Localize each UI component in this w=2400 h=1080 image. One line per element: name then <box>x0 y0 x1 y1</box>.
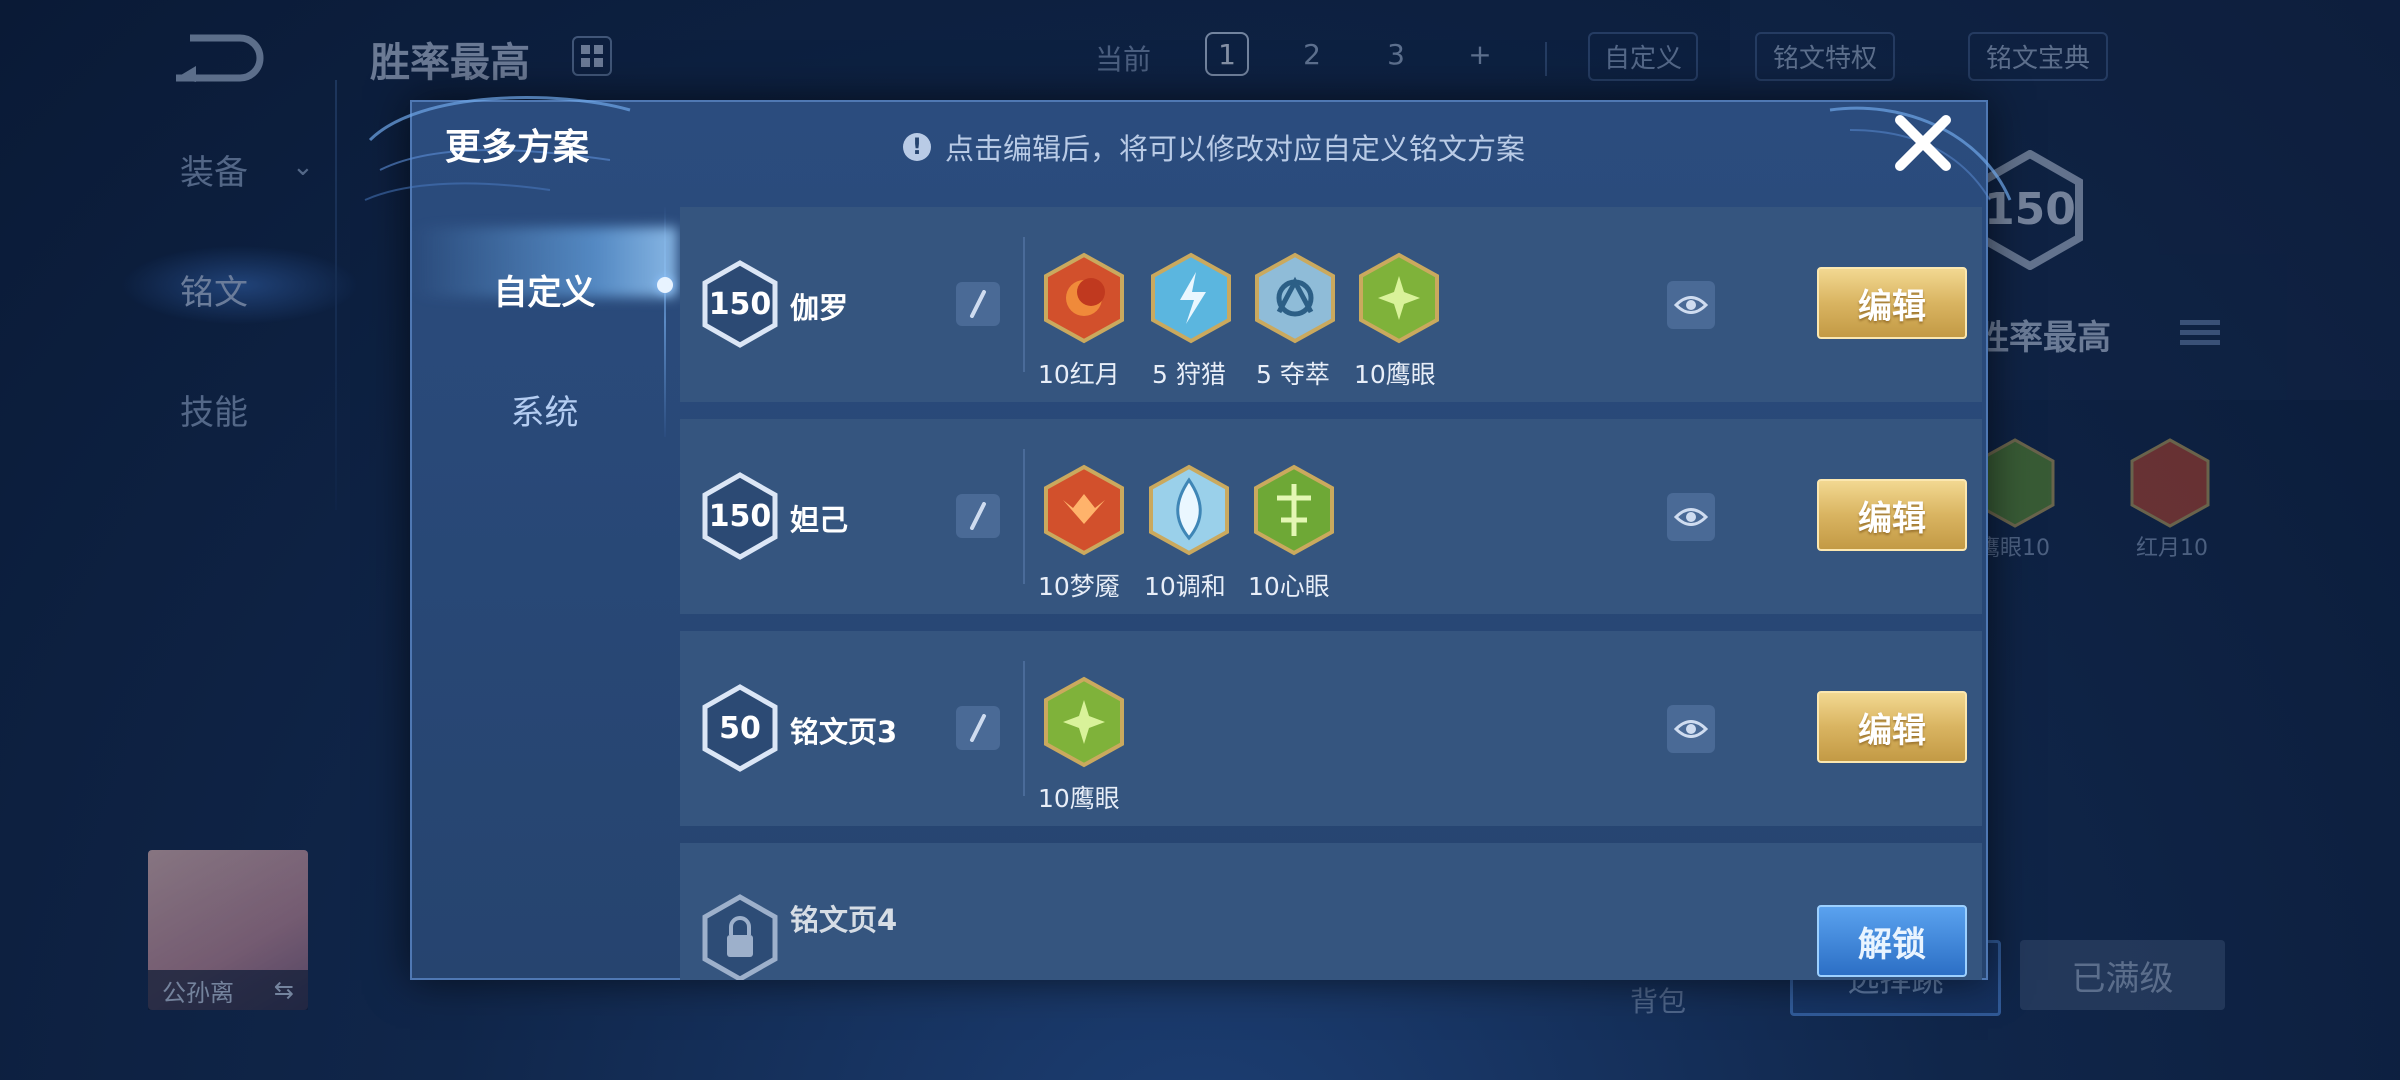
rune-privilege-button[interactable]: 铭文特权 <box>1755 32 1896 81</box>
edit-notice: ! 点击编辑后，将可以修改对应自定义铭文方案 <box>903 126 1525 168</box>
rune-encyclopedia-button[interactable]: 铭文宝典 <box>1968 32 2109 81</box>
rune-label: 10调和 <box>1144 572 1226 601</box>
hero-name: 公孙离 <box>162 978 234 1007</box>
rune-label: 5 狩猎 <box>1152 360 1226 389</box>
rune-page-name: 伽罗 <box>790 291 849 325</box>
plunder-rune-icon <box>1255 252 1335 344</box>
rune-page-name: 铭文页4 <box>790 903 898 937</box>
info-icon: ! <box>903 133 931 161</box>
page-tab-2[interactable]: 2 <box>1290 32 1334 76</box>
page-tab-1[interactable]: 1 <box>1205 32 1249 76</box>
row-divider <box>1023 661 1025 796</box>
side-nav-skill[interactable]: 技能 <box>180 385 248 434</box>
current-page-label: 当前 <box>1095 43 1152 76</box>
rune-label: 10红月 <box>1038 360 1120 389</box>
rune-label: 10梦魇 <box>1038 572 1120 601</box>
nightmare-rune-icon <box>1044 464 1124 556</box>
back-arrow-icon[interactable] <box>170 30 270 82</box>
custom-button[interactable]: 自定义 <box>1588 32 1699 81</box>
rename-pen-icon[interactable] <box>956 706 1000 750</box>
rune-page-level: 50 <box>719 710 761 746</box>
red-moon-rune-icon <box>2130 438 2210 528</box>
lock-icon <box>702 894 778 980</box>
rune-page-row: 50 铭文页3 10鹰眼 编辑 <box>680 631 1982 826</box>
mind-eye-rune-icon <box>1254 464 1334 556</box>
preview-eye-icon[interactable] <box>1667 493 1715 541</box>
row-divider <box>1023 449 1025 584</box>
edit-button[interactable]: 编辑 <box>1817 479 1967 551</box>
page-add-button[interactable]: + <box>1458 32 1502 76</box>
page-tab-3[interactable]: 3 <box>1374 32 1418 76</box>
background-rune-label: 鹰眼10 <box>1978 536 2050 561</box>
dialog-title: 更多方案 <box>445 127 590 168</box>
swap-icon: ⇆ <box>273 976 294 1004</box>
hawk-eye-rune-icon <box>1044 676 1124 768</box>
rune-label: 10鹰眼 <box>1038 784 1120 813</box>
rune-label: 5 夺萃 <box>1256 360 1330 389</box>
rune-page-name: 妲己 <box>790 503 849 537</box>
scheme-tabs: 自定义 系统 <box>412 207 677 977</box>
preview-eye-icon[interactable] <box>1667 281 1715 329</box>
rune-label: 10鹰眼 <box>1354 360 1436 389</box>
harmony-rune-icon <box>1149 464 1229 556</box>
hawk-eye-rune-icon <box>1359 252 1439 344</box>
notice-text: 点击编辑后，将可以修改对应自定义铭文方案 <box>945 132 1526 166</box>
max-level-button[interactable]: 已满级 <box>2020 940 2225 1010</box>
tab-system[interactable]: 系统 <box>412 385 677 434</box>
side-nav-divider <box>335 80 337 510</box>
background-rune-label: 红月10 <box>2136 536 2208 561</box>
side-nav-equip[interactable]: 装备 <box>180 145 248 194</box>
grid-icon[interactable] <box>572 36 612 76</box>
toolbar-divider <box>1545 42 1547 76</box>
active-tab-indicator <box>657 277 673 293</box>
side-nav-rune[interactable]: 铭文 <box>180 265 262 357</box>
close-icon[interactable] <box>1892 112 1954 174</box>
rune-page-level: 150 <box>708 286 772 322</box>
rename-pen-icon[interactable] <box>956 282 1000 326</box>
rename-pen-icon[interactable] <box>956 494 1000 538</box>
edit-button[interactable]: 编辑 <box>1817 691 1967 763</box>
edit-button[interactable]: 编辑 <box>1817 267 1967 339</box>
rune-page-row-locked: 铭文页4 解锁 <box>680 843 1982 980</box>
unlock-button[interactable]: 解锁 <box>1817 905 1967 977</box>
hero-switch-bar[interactable]: 公孙离 ⇆ <box>148 970 308 1010</box>
rune-label: 10心眼 <box>1248 572 1330 601</box>
rune-page-level: 150 <box>708 498 772 534</box>
chevron-down-icon: ⌄ <box>292 152 314 182</box>
hunt-rune-icon <box>1151 252 1231 344</box>
rune-page-row: 150 伽罗 10红月 5 狩猎 5 夺萃 10鹰眼 编辑 <box>680 207 1982 402</box>
rune-page-row: 150 妲己 10梦魇 10调和 10心眼 编辑 <box>680 419 1982 614</box>
rune-page-name: 铭文页3 <box>790 715 898 749</box>
row-divider <box>1023 237 1025 372</box>
preview-eye-icon[interactable] <box>1667 705 1715 753</box>
list-menu-icon[interactable] <box>2180 315 2220 350</box>
tab-custom[interactable]: 自定义 <box>412 265 677 314</box>
red-moon-rune-icon <box>1044 252 1124 344</box>
background-winrate-label: 胜率最高 <box>1975 318 2111 358</box>
bag-label[interactable]: 背包 <box>1630 980 1686 1020</box>
